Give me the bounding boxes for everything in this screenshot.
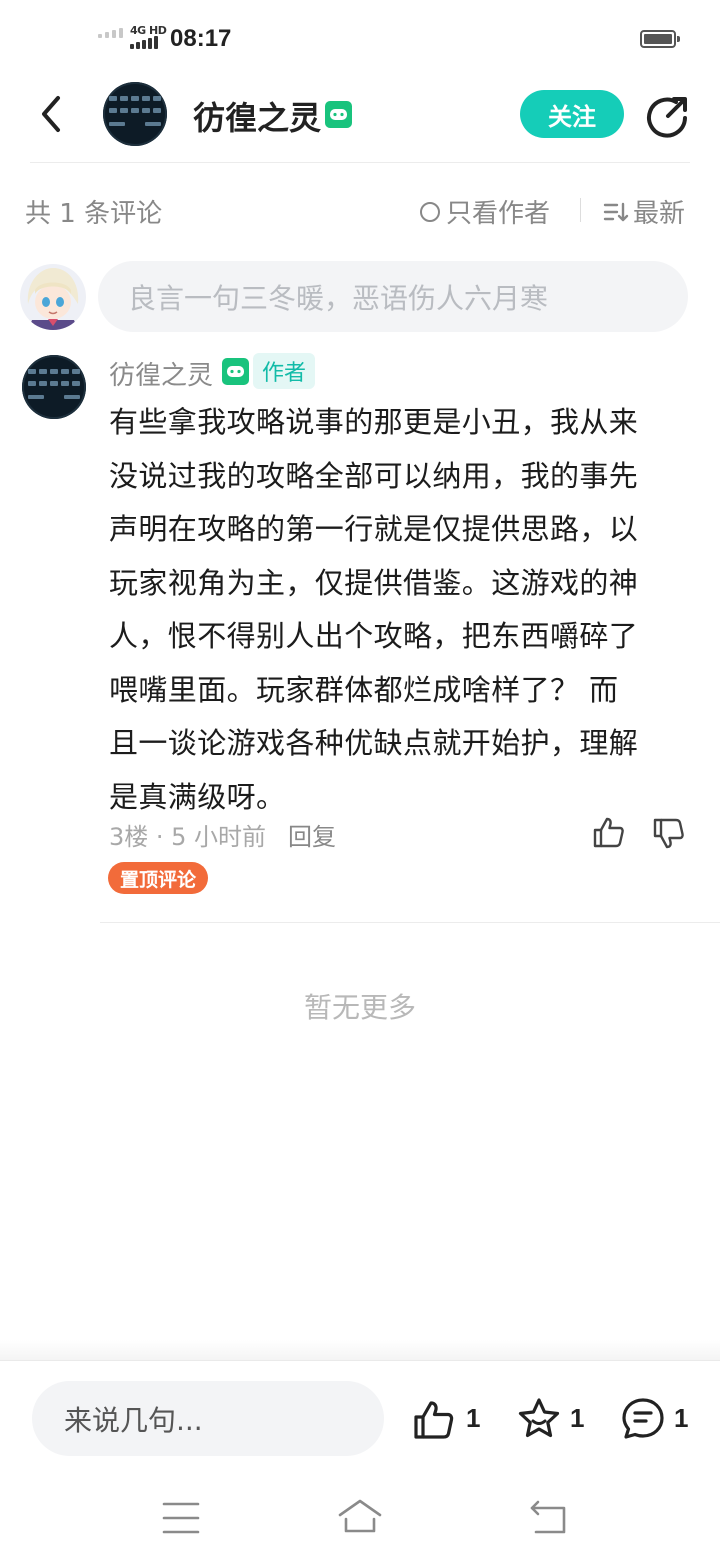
status-bar: 4G HD 08:17	[0, 0, 720, 80]
comment-input[interactable]: 良言一句三冬暖，恶语伤人六月寒	[98, 261, 688, 332]
thumbs-up-icon	[593, 817, 624, 848]
back-button[interactable]	[30, 92, 74, 136]
battery-icon	[640, 30, 680, 48]
comment-input-placeholder: 良言一句三冬暖，恶语伤人六月寒	[128, 281, 549, 315]
share-icon	[647, 97, 687, 138]
return-icon	[530, 1500, 566, 1534]
sort-label: 最新	[633, 199, 686, 229]
header-divider	[30, 162, 690, 163]
favorite-count: 1	[570, 1403, 585, 1433]
follow-button[interactable]: 关注	[520, 90, 624, 138]
signal-strength-icon-sim1	[98, 28, 123, 38]
comment-body: 有些拿我攻略说事的那更是小丑，我从来 没说过我的攻略全部可以纳用，我的事先 声明…	[109, 396, 689, 824]
comment-line: 声明在攻略的第一行就是仅提供思路，以	[109, 512, 639, 546]
comment-line: 没说过我的攻略全部可以纳用，我的事先	[109, 458, 639, 493]
thumbs-up-icon	[414, 1401, 454, 1439]
chevron-left-icon	[42, 96, 60, 132]
radio-circle-icon	[420, 201, 440, 222]
current-user-avatar[interactable]	[20, 264, 86, 330]
comment-line: 人，恨不得别人出个攻略，把东西嚼碎了	[109, 619, 639, 653]
bottom-shadow	[0, 1340, 720, 1362]
signal-strength-icon-sim2	[130, 36, 158, 49]
nav-home-button[interactable]	[336, 1497, 384, 1537]
home-icon	[338, 1499, 382, 1533]
bottom-comment-input[interactable]: 来说几句...	[32, 1381, 384, 1456]
comment-count-label: 共 1 条评论	[25, 199, 163, 229]
thumbs-down-icon	[653, 818, 684, 849]
game-controller-badge-icon	[222, 358, 249, 385]
clock: 08:17	[170, 25, 232, 52]
author-name[interactable]: 彷徨之灵	[193, 93, 321, 139]
pinned-comment-tag: 置顶评论	[108, 862, 209, 894]
comments-button[interactable]	[620, 1396, 666, 1442]
sort-toggle[interactable]: 最新	[603, 193, 685, 230]
share-button[interactable]	[646, 94, 690, 138]
comment-line: 有些拿我攻略说事的那更是小丑，我从来	[109, 405, 639, 439]
only-author-label: 只看作者	[446, 199, 551, 229]
like-comment-button[interactable]	[592, 815, 626, 849]
comment-line: 且一谈论游戏各种优缺点就开始护，理解	[109, 726, 639, 760]
comments-count: 1	[674, 1403, 689, 1433]
menu-icon	[162, 1502, 200, 1534]
nav-menu-button[interactable]	[160, 1498, 202, 1538]
commenter-name[interactable]: 彷徨之灵	[109, 355, 213, 392]
comment-line: 玩家视角为主，仅提供借鉴。这游戏的神	[109, 565, 639, 600]
comment-meta: 3楼 · 5 小时前	[109, 823, 267, 851]
only-author-toggle[interactable]: 只看作者	[420, 193, 550, 230]
toolbar-separator	[580, 198, 581, 222]
comment-line: 喂嘴里面。玩家群体都烂成啥样了？ 而	[109, 672, 619, 707]
author-avatar[interactable]	[103, 82, 167, 146]
sort-icon	[603, 202, 629, 221]
nav-back-button[interactable]	[528, 1498, 570, 1536]
commenter-avatar[interactable]	[22, 355, 86, 419]
game-controller-badge-icon	[325, 101, 352, 128]
like-count: 1	[466, 1403, 481, 1433]
dislike-comment-button[interactable]	[652, 817, 686, 851]
favorite-button[interactable]	[516, 1396, 562, 1442]
like-button[interactable]	[412, 1398, 456, 1442]
no-more-label: 暂无更多	[303, 991, 416, 1024]
star-icon	[518, 1398, 560, 1438]
bottom-input-placeholder: 来说几句...	[64, 1403, 203, 1437]
comment-divider	[100, 922, 720, 923]
author-tag: 作者	[253, 353, 316, 389]
comment-bubble-icon	[622, 1398, 664, 1439]
reply-button[interactable]: 回复	[288, 817, 336, 852]
